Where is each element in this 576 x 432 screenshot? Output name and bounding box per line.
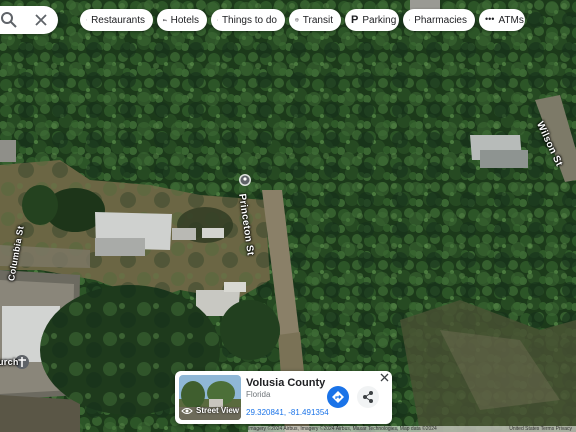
close-icon[interactable] [380, 373, 389, 382]
search-icon[interactable] [0, 11, 18, 29]
chip-parking[interactable]: P Parking [345, 9, 399, 31]
street-view-icon [181, 407, 193, 414]
camera-icon [217, 19, 218, 21]
chip-label: ATMs [498, 14, 524, 26]
place-coordinates[interactable]: 29.320841, -81.491354 [246, 408, 329, 417]
chip-label: Restaurants [91, 14, 145, 26]
chip-hotels[interactable]: Hotels [157, 9, 207, 31]
chip-label: Pharmacies [414, 14, 467, 26]
attribution-text: Imagery ©2024 Airbus, Imagery ©2024 Airb… [248, 426, 437, 432]
search-box[interactable] [0, 6, 58, 34]
directions-icon [332, 391, 344, 403]
place-subtitle: Florida [246, 390, 271, 399]
atm-icon: ••• [485, 14, 495, 24]
chip-transit[interactable]: Transit [289, 9, 341, 31]
directions-button[interactable] [327, 386, 349, 408]
poi-label-church: urch [0, 357, 19, 367]
chip-label: Transit [302, 14, 333, 26]
street-view-thumbnail[interactable]: Street View [179, 375, 241, 420]
share-button[interactable] [357, 386, 379, 408]
chip-things-to-do[interactable]: Things to do [211, 9, 285, 31]
chip-restaurants[interactable]: Restaurants [80, 9, 153, 31]
bed-icon [163, 19, 167, 22]
close-icon[interactable] [34, 13, 48, 27]
fork-knife-icon [86, 19, 87, 21]
chip-label: Parking [362, 14, 397, 26]
satellite-map[interactable]: Princeton St Wilson St Columbia St urch [0, 0, 576, 432]
chip-pharmacies[interactable]: Pharmacies [403, 9, 475, 31]
attribution-links[interactable]: United States Terms Privacy [509, 426, 572, 432]
map-attribution: Imagery ©2024 Airbus, Imagery ©2024 Airb… [248, 426, 576, 432]
parking-icon: P [351, 14, 359, 26]
place-title: Volusia County [246, 377, 326, 389]
share-icon [363, 391, 373, 403]
chip-label: Hotels [170, 14, 199, 26]
pharmacy-icon [409, 19, 411, 21]
train-icon [295, 18, 299, 22]
map-pin-icon[interactable] [239, 174, 251, 186]
chip-label: Things to do [221, 14, 277, 26]
street-view-label: Street View [179, 406, 241, 415]
chip-atms[interactable]: ••• ATMs [479, 9, 525, 31]
place-info-card[interactable]: Street View Volusia County Florida 29.32… [175, 371, 392, 424]
satellite-imagery [0, 0, 576, 432]
